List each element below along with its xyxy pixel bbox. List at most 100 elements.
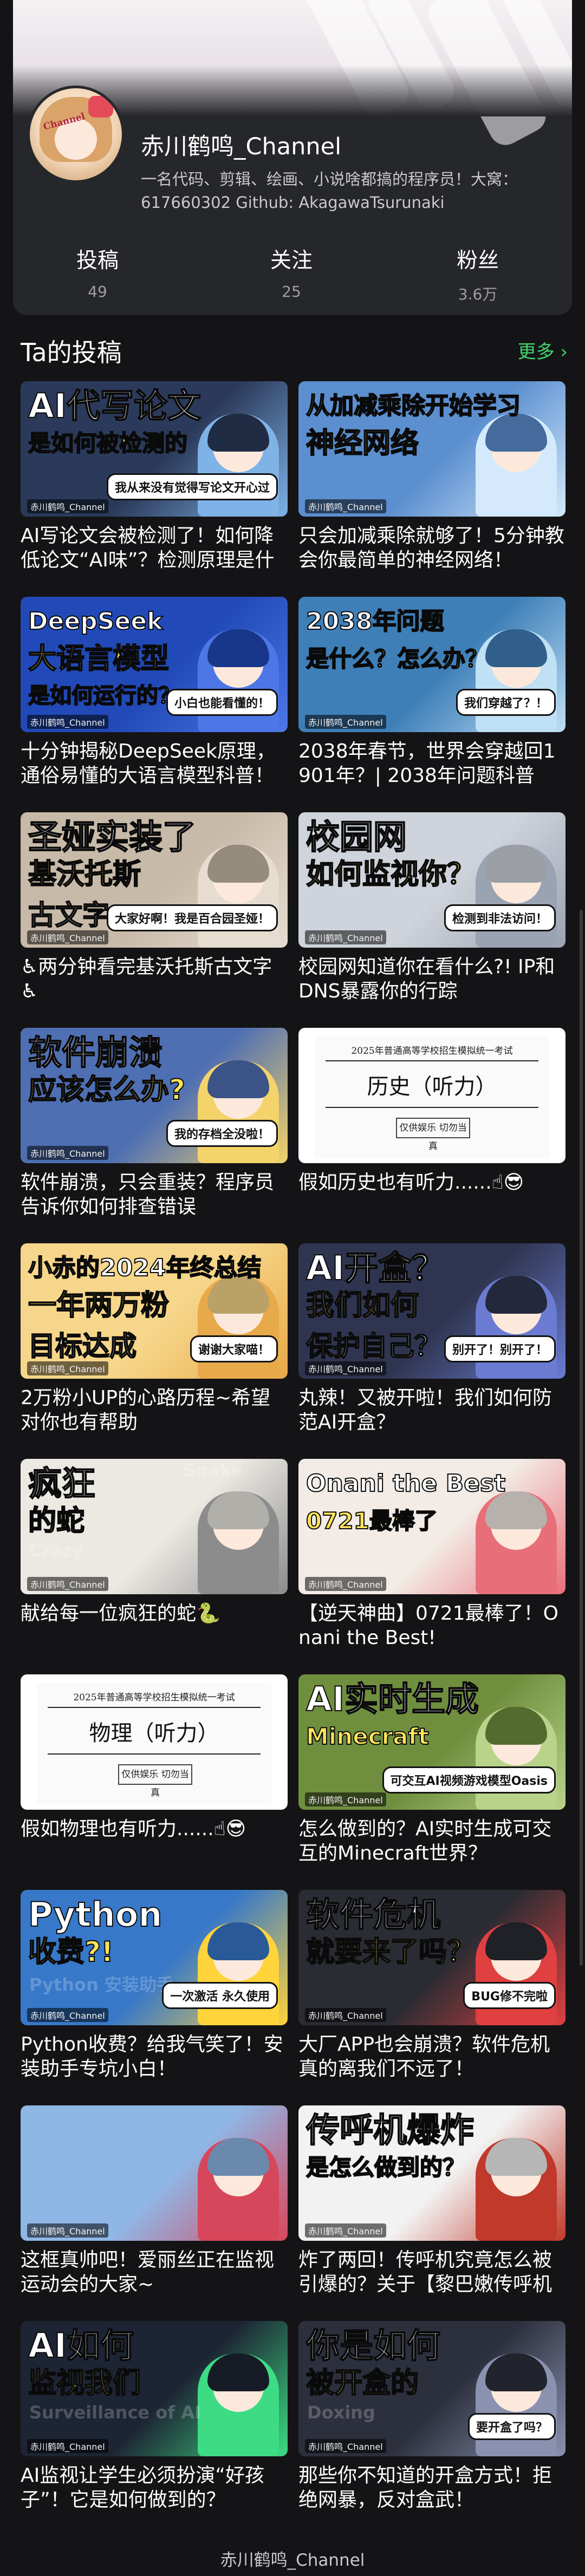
- channel-watermark: 赤川鹤鸣_Channel: [305, 930, 386, 944]
- thumbnail-subheadline: 是如何被检测的: [28, 429, 188, 457]
- character-illustration: [476, 845, 557, 948]
- video-card[interactable]: Python 安装助手 Python 收费?! 一次激活 永久使用 赤川鹤鸣_Chann…: [21, 1890, 288, 2095]
- channel-watermark: 赤川鹤鸣_Channel: [305, 499, 386, 513]
- speech-bubble: 我从来没有觉得写论文开心过: [106, 473, 278, 500]
- stat-posts[interactable]: 投稿 49: [54, 244, 141, 301]
- stat-following[interactable]: 关注 25: [248, 244, 335, 301]
- speech-bubble: 别开了！别开了！: [444, 1335, 556, 1362]
- scrollbar[interactable]: [580, 910, 583, 1966]
- thumbnail-subheadline: 就要来了吗？: [306, 1935, 476, 1969]
- video-thumbnail[interactable]: 校园网 如何监视你？ 检测到非法访问！ 赤川鹤鸣_Channel: [298, 812, 566, 948]
- video-title[interactable]: 炸了两回！传呼机究竟怎么被引爆的？关于【黎巴嫩传呼机爆炸事件】: [298, 2248, 566, 2297]
- video-card[interactable]: 软件崩溃 应该怎么办? 我的存档全没啦！ 赤川鹤鸣_Channel 软件崩溃，只会重装？…: [21, 1028, 288, 1232]
- video-card[interactable]: AI实时生成 Minecraft 可交互AI视频游戏模型Oasis 赤川鹤鸣_Chan…: [298, 1674, 566, 1879]
- video-title[interactable]: 献给每一位疯狂的蛇🐍: [21, 1601, 288, 1650]
- video-title[interactable]: 【逆天神曲】0721最棒了！Onani the Best!: [298, 1601, 566, 1650]
- thumbnail-headline: 软件崩溃: [28, 1033, 163, 1073]
- video-thumbnail[interactable]: 软件危机 就要来了吗？ BUG修不完啦 赤川鹤鸣_Channel: [298, 1890, 566, 2025]
- thumbnail-headline: AI如何: [28, 2326, 134, 2366]
- channel-watermark: 赤川鹤鸣_Channel: [305, 2439, 386, 2453]
- stat-value: 49: [88, 283, 107, 301]
- thumbnail-headline: Onani the Best: [306, 1469, 506, 1498]
- video-title[interactable]: ♿两分钟看完基沃托斯古文字♿: [21, 955, 288, 1003]
- video-thumbnail[interactable]: 赤川鹤鸣_Channel: [21, 2105, 288, 2241]
- thumbnail-subheadline: 基沃托斯: [28, 858, 141, 891]
- video-card[interactable]: DeepSeek 大语言模型 是如何运行的？ 小白也能看懂的！ 赤川鹤鸣_Channel…: [21, 597, 288, 801]
- video-thumbnail[interactable]: Python 安装助手 Python 收费?! 一次激活 永久使用 赤川鹤鸣_Chann…: [21, 1890, 288, 2025]
- channel-watermark: 赤川鹤鸣_Channel: [27, 499, 108, 513]
- thumbnail-subheadline: 0721最棒了: [306, 1507, 438, 1535]
- channel-watermark: 赤川鹤鸣_Channel: [27, 715, 108, 729]
- video-thumbnail[interactable]: AI实时生成 Minecraft 可交互AI视频游戏模型Oasis 赤川鹤鸣_Chan…: [298, 1674, 566, 1810]
- thumbnail-subheadline: 应该怎么办?: [28, 1073, 186, 1107]
- video-thumbnail[interactable]: Doxing 你是如何 被开盒的 要开盒了吗？ 赤川鹤鸣_Channel: [298, 2321, 566, 2456]
- video-card[interactable]: 传呼机爆炸 是怎么做到的？ 赤川鹤鸣_Channel 炸了两回！传呼机究竟怎么被引爆的…: [298, 2105, 566, 2310]
- video-card[interactable]: AI开盒？ 我们如何 保护自己？ 别开了！别开了！ 赤川鹤鸣_Channel 丸辣！又被开…: [298, 1243, 566, 1448]
- stat-label: 投稿: [76, 249, 119, 273]
- video-thumbnail[interactable]: 软件崩溃 应该怎么办? 我的存档全没啦！ 赤川鹤鸣_Channel: [21, 1028, 288, 1163]
- video-card[interactable]: 软件危机 就要来了吗？ BUG修不完啦 赤川鹤鸣_Channel 大厂APP也会崩溃？软…: [298, 1890, 566, 2095]
- video-card[interactable]: 小赤的2024年终总结 一年两万粉 目标达成 谢谢大家喵！ 赤川鹤鸣_Channel 2万…: [21, 1243, 288, 1448]
- avatar[interactable]: Channel: [27, 86, 125, 183]
- character-illustration: [198, 2353, 279, 2456]
- video-thumbnail[interactable]: 圣娅实装了 基沃托斯 古文字 大家好啊！我是百合园圣娅！ 赤川鹤鸣_Channel: [21, 812, 288, 948]
- video-title[interactable]: 校园网知道你在看什么?! IP和DNS暴露你的行踪: [298, 955, 566, 1003]
- video-thumbnail[interactable]: Crazy Snake 疯狂 的蛇 赤川鹤鸣_Channel: [21, 1459, 288, 1594]
- video-title[interactable]: 大厂APP也会崩溃？软件危机真的离我们不远了！: [298, 2032, 566, 2081]
- video-card[interactable]: Surveillance of AI AI如何 监视我们 赤川鹤鸣_Channel AI…: [21, 2321, 288, 2526]
- video-thumbnail[interactable]: DeepSeek 大语言模型 是如何运行的？ 小白也能看懂的！ 赤川鹤鸣_Channel: [21, 597, 288, 732]
- video-thumbnail[interactable]: 2038年问题 是什么？怎么办？ 我们穿越了？！ 赤川鹤鸣_Channel: [298, 597, 566, 732]
- more-link[interactable]: 更多 ›: [518, 337, 568, 363]
- thumbnail-headline: 疯狂: [28, 1464, 96, 1504]
- character-hair: [207, 2138, 269, 2176]
- video-card[interactable]: 圣娅实装了 基沃托斯 古文字 大家好啊！我是百合园圣娅！ 赤川鹤鸣_Channel ♿两分…: [21, 812, 288, 1017]
- video-thumbnail[interactable]: 2025年普通高等学校招生模拟统一考试 物理（听力） 仅供娱乐 切勿当真: [21, 1674, 288, 1810]
- character-illustration: [198, 629, 279, 732]
- video-title[interactable]: AI监视让学生必须扮演“好孩子”！它是如何做到的？: [21, 2463, 288, 2512]
- video-title[interactable]: 十分钟揭秘DeepSeek原理，通俗易懂的大语言模型科普！: [21, 739, 288, 788]
- video-card[interactable]: 从加减乘除开始学习 神经网络 赤川鹤鸣_Channel 只会加减乘除就够了！5分钟教会…: [298, 381, 566, 586]
- video-title[interactable]: 那些你不知道的开盒方式！拒绝网暴，反对盒武！: [298, 2463, 566, 2512]
- exam-paper: 2025年普通高等学校招生模拟统一考试 物理（听力） 仅供娱乐 切勿当真: [37, 1683, 271, 1805]
- video-title[interactable]: 只会加减乘除就够了！5分钟教会你最简单的神经网络！: [298, 524, 566, 572]
- video-title[interactable]: Python收费？给我气笑了！安装助手专坑小白！: [21, 2032, 288, 2081]
- video-card[interactable]: Doxing 你是如何 被开盒的 要开盒了吗？ 赤川鹤鸣_Channel 那些你不知道的开…: [298, 2321, 566, 2526]
- video-title[interactable]: 丸辣！又被开啦！我们如何防范AI开盒？: [298, 1386, 566, 1434]
- video-card[interactable]: 2025年普通高等学校招生模拟统一考试 物理（听力） 仅供娱乐 切勿当真假如物理也有…: [21, 1674, 288, 1879]
- profile-bio: 一名代码、剪辑、绘画、小说啥都搞的程序员！大窝：617660302 Github…: [141, 170, 518, 212]
- video-thumbnail[interactable]: 从加减乘除开始学习 神经网络 赤川鹤鸣_Channel: [298, 381, 566, 517]
- video-title[interactable]: AI写论文会被检测了！如何降低论文“AI味”？检测原理是什么？: [21, 524, 288, 572]
- thumbnail-subheadline: 如何监视你？: [306, 858, 476, 891]
- video-title[interactable]: 这框真帅吧！爱丽丝正在监视运动会的大家~: [21, 2248, 288, 2297]
- stat-followers[interactable]: 粉丝 3.6万: [434, 244, 521, 304]
- video-thumbnail[interactable]: Onani the Best 0721最棒了 赤川鹤鸣_Channel: [298, 1459, 566, 1594]
- video-card[interactable]: 2038年问题 是什么？怎么办？ 我们穿越了？！ 赤川鹤鸣_Channel 2038年春…: [298, 597, 566, 801]
- thumbnail-headline: 从加减乘除开始学习: [306, 392, 521, 420]
- channel-watermark: 赤川鹤鸣_Channel: [27, 930, 108, 944]
- video-card[interactable]: 校园网 如何监视你？ 检测到非法访问！ 赤川鹤鸣_Channel 校园网知道你在看什么?…: [298, 812, 566, 1017]
- thumbnail-headline: 你是如何: [306, 2326, 441, 2366]
- channel-watermark: 赤川鹤鸣_Channel: [27, 1361, 108, 1375]
- video-title[interactable]: 软件崩溃，只会重装？程序员告诉你如何排查错误: [21, 1170, 288, 1219]
- video-grid: AI代写论文 是如何被检测的 我从来没有觉得写论文开心过 赤川鹤鸣_Channel AI…: [21, 381, 566, 2526]
- thumbnail-headline: DeepSeek: [28, 607, 163, 636]
- video-card[interactable]: 赤川鹤鸣_Channel 这框真帅吧！爱丽丝正在监视运动会的大家~: [21, 2105, 288, 2310]
- video-title[interactable]: 2万粉小UP的心路历程~希望对你也有帮助: [21, 1386, 288, 1434]
- channel-watermark: 赤川鹤鸣_Channel: [27, 1146, 108, 1160]
- video-thumbnail[interactable]: 小赤的2024年终总结 一年两万粉 目标达成 谢谢大家喵！ 赤川鹤鸣_Channel: [21, 1243, 288, 1379]
- video-title[interactable]: 怎么做到的？AI实时生成可交互的Minecraft世界？: [298, 1817, 566, 1866]
- video-title[interactable]: 2038年春节，世界会穿越回1901年？| 2038年问题科普: [298, 739, 566, 788]
- video-card[interactable]: AI代写论文 是如何被检测的 我从来没有觉得写论文开心过 赤川鹤鸣_Channel AI…: [21, 381, 288, 586]
- video-thumbnail[interactable]: 2025年普通高等学校招生模拟统一考试 历史（听力） 仅供娱乐 切勿当真: [298, 1028, 566, 1163]
- speech-bubble: 要开盒了吗？: [467, 2413, 556, 2440]
- video-title[interactable]: 假如历史也有听力......☝😎: [298, 1170, 566, 1219]
- video-thumbnail[interactable]: AI代写论文 是如何被检测的 我从来没有觉得写论文开心过 赤川鹤鸣_Channel: [21, 381, 288, 517]
- stat-label: 关注: [270, 249, 313, 273]
- video-card[interactable]: Onani the Best 0721最棒了 赤川鹤鸣_Channel 【逆天神曲】0…: [298, 1459, 566, 1664]
- video-thumbnail[interactable]: AI开盒？ 我们如何 保护自己？ 别开了！别开了！ 赤川鹤鸣_Channel: [298, 1243, 566, 1379]
- video-card[interactable]: Crazy Snake 疯狂 的蛇 赤川鹤鸣_Channel 献给每一位疯狂的蛇🐍: [21, 1459, 288, 1664]
- video-card[interactable]: 2025年普通高等学校招生模拟统一考试 历史（听力） 仅供娱乐 切勿当真假如历史也有…: [298, 1028, 566, 1232]
- video-title[interactable]: 假如物理也有听力......☝😎: [21, 1817, 288, 1866]
- video-thumbnail[interactable]: 传呼机爆炸 是怎么做到的？ 赤川鹤鸣_Channel: [298, 2105, 566, 2241]
- video-thumbnail[interactable]: Surveillance of AI AI如何 监视我们 赤川鹤鸣_Channel: [21, 2321, 288, 2456]
